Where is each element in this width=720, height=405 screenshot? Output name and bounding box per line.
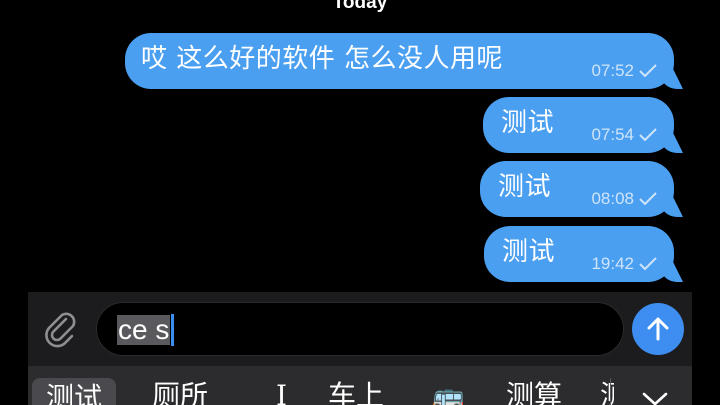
message-bubble[interactable]: 测试 08:08 <box>480 161 683 217</box>
bubble-tail <box>661 133 683 153</box>
message-meta: 07:54 <box>591 125 658 145</box>
message-time: 08:08 <box>591 189 634 208</box>
candidate-item[interactable]: 测算 <box>506 376 562 405</box>
paperclip-icon <box>45 312 76 348</box>
message-text: 测试 <box>502 237 556 267</box>
attach-button[interactable] <box>42 310 80 348</box>
arrow-up-icon <box>647 317 669 341</box>
check-icon <box>639 128 657 142</box>
candidate-item[interactable]: 车上 <box>328 376 384 405</box>
message-time: 07:52 <box>591 61 634 80</box>
message-text: 测试 <box>498 172 552 202</box>
message-bubble[interactable]: 哎 这么好的软件 怎么没人用呢 07:52 <box>125 33 683 89</box>
message-meta: 07:52 <box>591 61 658 81</box>
message-text: 测试 <box>501 108 555 138</box>
message-bubble[interactable]: 测试 19:42 <box>484 226 683 282</box>
collapse-candidates-button[interactable] <box>640 390 670 405</box>
candidate-item[interactable]: I <box>276 376 287 405</box>
candidate-item[interactable]: 测 <box>600 376 614 405</box>
message-meta: 08:08 <box>591 189 658 209</box>
candidate-item[interactable]: 测试 <box>32 378 117 405</box>
candidate-item[interactable]: 厕所 <box>152 376 208 405</box>
date-header: Today <box>332 0 388 13</box>
message-time: 07:54 <box>591 125 634 144</box>
composer-bar: ce s <box>28 292 692 366</box>
message-time: 19:42 <box>591 254 634 273</box>
bubble-tail <box>661 197 683 217</box>
message-meta: 19:42 <box>591 254 658 274</box>
send-button[interactable] <box>632 303 684 355</box>
check-icon <box>639 192 657 206</box>
message-input[interactable]: ce s <box>96 302 624 356</box>
text-caret <box>171 314 175 346</box>
ime-candidate-bar: 测试 厕所 I 车上 🚌 测算 测 <box>28 366 692 405</box>
candidate-item[interactable]: 🚌 <box>432 376 464 405</box>
check-icon <box>639 64 657 78</box>
message-bubble[interactable]: 测试 07:54 <box>483 97 683 153</box>
bubble-tail <box>661 262 683 282</box>
candidate-separator <box>610 378 611 405</box>
check-icon <box>639 257 657 271</box>
message-text: 哎 这么好的软件 怎么没人用呢 <box>141 44 504 74</box>
input-value: ce s <box>117 314 171 345</box>
input-text-wrap: ce s <box>117 313 175 347</box>
chat-area: Today 哎 这么好的软件 怎么没人用呢 07:52 测试 07:54 测试 … <box>0 0 720 292</box>
bubble-tail <box>661 69 683 89</box>
chevron-down-icon <box>642 392 668 405</box>
